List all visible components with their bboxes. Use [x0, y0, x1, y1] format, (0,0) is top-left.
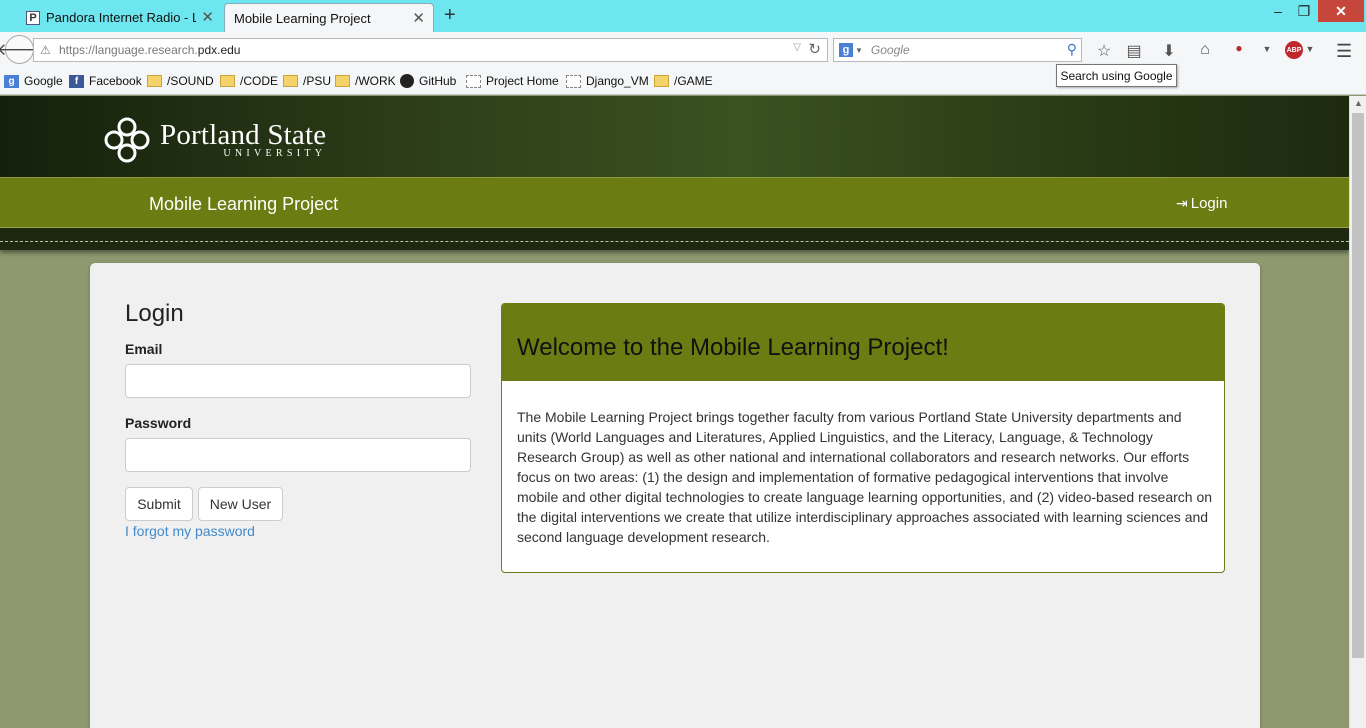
- welcome-card: Welcome to the Mobile Learning Project! …: [501, 303, 1225, 573]
- facebook-icon: f: [69, 74, 84, 88]
- google-icon: g: [4, 74, 19, 88]
- bookmark-star-icon[interactable]: ☆: [1094, 41, 1114, 61]
- download-icon[interactable]: ⬇: [1159, 41, 1179, 61]
- psu-logo-mark-icon: [104, 117, 150, 163]
- submit-button[interactable]: Submit: [125, 487, 193, 521]
- chevron-down-icon[interactable]: ▼: [855, 46, 863, 55]
- bookmark-django-vm[interactable]: Django_VM: [566, 74, 649, 88]
- extension-icon[interactable]: ●: [1229, 41, 1249, 55]
- folder-icon: [335, 75, 350, 87]
- forgot-password-link[interactable]: I forgot my password: [125, 523, 255, 539]
- password-label: Password: [125, 415, 192, 431]
- bookmark-game[interactable]: /GAME: [654, 74, 713, 88]
- logo-name: Portland State: [160, 119, 327, 151]
- restore-window-icon[interactable]: ❐: [1292, 0, 1316, 22]
- search-bar[interactable]: g ▼ Google ⚲: [833, 38, 1082, 62]
- page-scrollbar[interactable]: ▲: [1349, 96, 1366, 728]
- new-tab-button[interactable]: +: [444, 5, 456, 25]
- close-window-icon[interactable]: ✕: [1318, 0, 1364, 22]
- chevron-down-icon[interactable]: ▼: [1257, 44, 1277, 54]
- password-field[interactable]: [125, 438, 471, 472]
- tab-mobile-learning[interactable]: Mobile Learning Project ✕: [224, 3, 434, 32]
- home-icon[interactable]: ⌂: [1195, 41, 1215, 59]
- url-text: https://language.research.pdx.edu: [59, 43, 241, 57]
- email-field[interactable]: [125, 364, 471, 398]
- bookmark-google[interactable]: g Google: [4, 74, 63, 88]
- web-page: Portland State UNIVERSITY Mobile Learnin…: [0, 96, 1349, 728]
- bookmark-facebook[interactable]: f Facebook: [69, 74, 142, 88]
- search-icon[interactable]: ⚲: [1067, 41, 1077, 58]
- login-heading: Login: [125, 300, 184, 327]
- welcome-title: Welcome to the Mobile Learning Project!: [517, 334, 949, 361]
- history-dropdown-icon[interactable]: ▽: [793, 42, 801, 53]
- tab-label: Mobile Learning Project: [234, 10, 371, 26]
- bookmark-github[interactable]: GitHub: [400, 74, 456, 88]
- site-navbar: Mobile Learning Project ⇥ Login: [0, 177, 1349, 228]
- page-icon: [466, 74, 481, 88]
- scrollbar-thumb[interactable]: [1352, 113, 1364, 658]
- search-tooltip: Search using Google: [1056, 64, 1177, 87]
- reload-icon[interactable]: ↻: [808, 40, 821, 58]
- bookmark-sound[interactable]: /SOUND: [147, 74, 214, 88]
- github-icon: [400, 74, 414, 88]
- tab-label: Pandora Internet Radio - Li...: [46, 10, 196, 25]
- google-search-engine-icon[interactable]: g: [839, 43, 853, 57]
- folder-icon: [220, 75, 235, 87]
- menu-hamburger-icon[interactable]: ☰: [1336, 41, 1352, 62]
- sign-in-icon: ⇥: [1176, 195, 1188, 211]
- navbar-login-label: Login: [1190, 195, 1228, 212]
- new-user-button[interactable]: New User: [198, 487, 283, 521]
- content-panel: Login Email Password Submit New User I f…: [90, 263, 1260, 728]
- welcome-card-header: Welcome to the Mobile Learning Project!: [502, 304, 1224, 381]
- decorative-divider: [0, 228, 1349, 250]
- address-bar[interactable]: ⚠ https://language.research.pdx.edu ▽ ↻: [33, 38, 828, 62]
- folder-icon: [283, 75, 298, 87]
- bookmark-code[interactable]: /CODE: [220, 74, 278, 88]
- minimize-window-icon[interactable]: –: [1266, 0, 1290, 22]
- close-tab-icon[interactable]: ✕: [412, 9, 425, 27]
- bookmark-project-home[interactable]: Project Home: [466, 74, 559, 88]
- tab-pandora[interactable]: P Pandora Internet Radio - Li... ✕: [16, 3, 222, 32]
- back-button[interactable]: 🡐: [0, 35, 42, 64]
- email-label: Email: [125, 341, 163, 357]
- navigation-toolbar: 🡐 ⚠ https://language.research.pdx.edu ▽ …: [0, 32, 1366, 68]
- university-banner: Portland State UNIVERSITY: [0, 96, 1349, 178]
- search-input[interactable]: Google: [871, 43, 910, 57]
- folder-icon: [654, 75, 669, 87]
- folder-icon: [147, 75, 162, 87]
- bookmark-work[interactable]: /WORK: [335, 74, 396, 88]
- bookmark-psu[interactable]: /PSU: [283, 74, 331, 88]
- chevron-down-icon[interactable]: ▼: [1300, 44, 1320, 54]
- bookmarks-menu-icon[interactable]: ▤: [1124, 41, 1144, 61]
- psu-logo[interactable]: Portland State UNIVERSITY: [104, 117, 326, 163]
- page-icon: [566, 74, 581, 88]
- site-title[interactable]: Mobile Learning Project: [149, 194, 338, 215]
- scroll-up-icon[interactable]: ▲: [1354, 98, 1363, 108]
- navbar-login-link[interactable]: ⇥ Login: [1176, 195, 1227, 212]
- close-tab-icon[interactable]: ✕: [201, 8, 214, 26]
- warning-icon[interactable]: ⚠: [40, 43, 54, 57]
- browser-titlebar: P Pandora Internet Radio - Li... ✕ Mobil…: [0, 0, 1366, 32]
- welcome-description: The Mobile Learning Project brings toget…: [517, 409, 1213, 545]
- pandora-favicon-icon: P: [26, 10, 40, 25]
